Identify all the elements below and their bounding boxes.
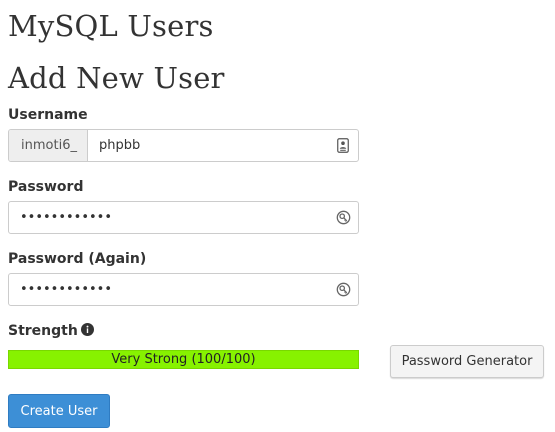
add-mysql-user-page: MySQL Users Add New User Username inmoti… [0, 0, 555, 432]
page-title: MySQL Users [8, 9, 214, 43]
password-label: Password [8, 179, 84, 195]
username-prefix: inmoti6_ [9, 130, 88, 161]
section-title: Add New User [8, 61, 225, 95]
info-icon[interactable] [80, 323, 94, 336]
username-input-group: inmoti6_ phpbb [8, 129, 359, 162]
key-icon[interactable] [332, 274, 354, 305]
username-input[interactable]: phpbb [88, 130, 332, 161]
key-icon[interactable] [332, 202, 354, 233]
password-generator-button[interactable]: Password Generator [390, 345, 544, 378]
password-input-group: •••••••••••• [8, 201, 359, 234]
strength-label-row: Strength [8, 322, 94, 340]
password-again-label: Password (Again) [8, 251, 147, 267]
password-again-input[interactable]: •••••••••••• [9, 274, 332, 305]
password-strength-meter: Very Strong (100/100) [8, 350, 359, 369]
strength-label: Strength [8, 323, 78, 339]
password-again-input-group: •••••••••••• [8, 273, 359, 306]
contact-card-icon [332, 130, 354, 161]
create-user-button[interactable]: Create User [8, 394, 110, 428]
password-input[interactable]: •••••••••••• [9, 202, 332, 233]
strength-text: Very Strong (100/100) [111, 352, 256, 367]
username-label: Username [8, 107, 88, 123]
